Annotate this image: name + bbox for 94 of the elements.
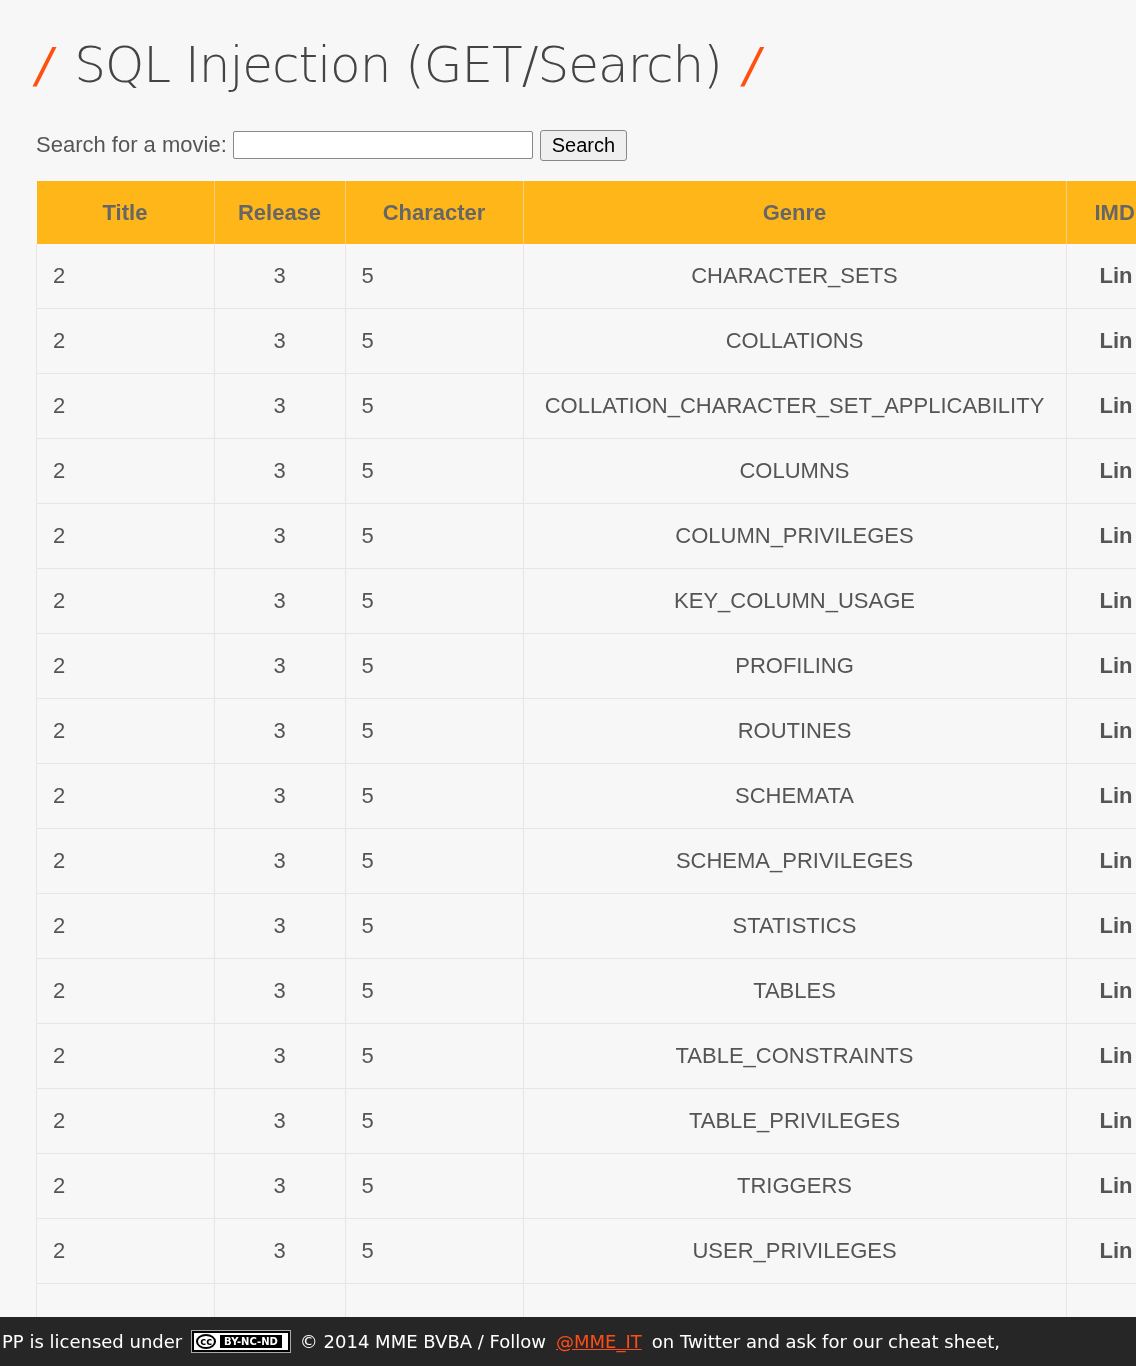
table-cell: SCHEMATA xyxy=(523,763,1066,829)
twitter-link[interactable]: @MME_IT xyxy=(556,1331,642,1352)
table-cell: 3 xyxy=(214,308,345,374)
table-cell: 3 xyxy=(214,503,345,569)
table-cell: 3 xyxy=(214,828,345,894)
table-cell: 3 xyxy=(214,1218,345,1284)
imdb-link[interactable]: Lin xyxy=(1099,718,1133,743)
table-cell: 2 xyxy=(36,763,214,829)
imdb-link[interactable]: Lin xyxy=(1099,328,1133,353)
table-cell: 2 xyxy=(36,1023,214,1089)
imdb-link[interactable]: Lin xyxy=(1099,1108,1133,1133)
imdb-link[interactable]: Lin xyxy=(1099,1173,1133,1198)
imdb-link[interactable]: Lin xyxy=(1099,978,1133,1003)
table-cell: 5 xyxy=(345,893,523,959)
table-cell: 5 xyxy=(345,828,523,894)
table-cell: 5 xyxy=(345,438,523,504)
imdb-link[interactable]: Lin xyxy=(1099,653,1133,678)
page-title: SQL Injection (GET/Search) xyxy=(74,36,722,94)
table-cell: 2 xyxy=(36,244,214,309)
table-cell: 2 xyxy=(36,568,214,634)
table-cell: 5 xyxy=(345,958,523,1024)
table-cell: 3 xyxy=(214,633,345,699)
table-cell: ROUTINES xyxy=(523,698,1066,764)
footer-text: on Twitter and ask for our cheat sheet, xyxy=(651,1331,1000,1352)
table-cell: 5 xyxy=(345,698,523,764)
table-cell: 3 xyxy=(214,698,345,764)
table-cell: TABLES xyxy=(523,958,1066,1024)
table-cell: 2 xyxy=(36,373,214,439)
table-cell: 3 xyxy=(214,1023,345,1089)
table-cell: TABLE_PRIVILEGES xyxy=(523,1088,1066,1154)
imdb-link[interactable]: Lin xyxy=(1099,393,1133,418)
license-badge[interactable]: cc BY-NC-ND xyxy=(192,1331,290,1352)
table-cell: 5 xyxy=(345,1088,523,1154)
table-cell: COLLATION_CHARACTER_SET_APPLICABILITY xyxy=(523,373,1066,439)
table-cell: 3 xyxy=(214,763,345,829)
imdb-link[interactable]: Lin xyxy=(1099,523,1133,548)
table-cell: 2 xyxy=(36,633,214,699)
table-cell: TABLE_CONSTRAINTS xyxy=(523,1023,1066,1089)
imdb-link[interactable]: Lin xyxy=(1099,1043,1133,1068)
table-cell: 2 xyxy=(36,893,214,959)
table-cell: 5 xyxy=(345,308,523,374)
imdb-link[interactable]: Lin xyxy=(1099,783,1133,808)
table-cell: COLUMNS xyxy=(523,438,1066,504)
imdb-link[interactable]: Lin xyxy=(1099,1238,1133,1263)
table-cell: 3 xyxy=(214,958,345,1024)
table-cell: 5 xyxy=(345,763,523,829)
table-cell: 5 xyxy=(345,1023,523,1089)
table-cell: TRIGGERS xyxy=(523,1153,1066,1219)
table-cell: STATISTICS xyxy=(523,893,1066,959)
table-cell: 2 xyxy=(36,1153,214,1219)
column-header: Release xyxy=(214,181,345,244)
column-header: Title xyxy=(36,181,214,244)
table-cell: SCHEMA_PRIVILEGES xyxy=(523,828,1066,894)
table-cell: 3 xyxy=(214,244,345,309)
table-cell: 5 xyxy=(345,244,523,309)
table-cell: 3 xyxy=(214,1088,345,1154)
table-cell: CHARACTER_SETS xyxy=(523,244,1066,309)
table-cell: 2 xyxy=(36,1218,214,1284)
imdb-link[interactable]: Lin xyxy=(1099,848,1133,873)
table-cell: 2 xyxy=(36,1088,214,1154)
table-cell: 3 xyxy=(214,893,345,959)
table-cell: 2 xyxy=(36,503,214,569)
table-cell: COLLATIONS xyxy=(523,308,1066,374)
column-header: IMD xyxy=(1066,181,1136,244)
table-cell: 2 xyxy=(36,828,214,894)
column-header: Genre xyxy=(523,181,1066,244)
table-cell: 5 xyxy=(345,568,523,634)
footer-text: PP is licensed under xyxy=(2,1331,183,1352)
imdb-link[interactable]: Lin xyxy=(1099,263,1133,288)
table-cell: 5 xyxy=(345,633,523,699)
table-cell: 5 xyxy=(345,1153,523,1219)
table-cell: 3 xyxy=(214,373,345,439)
table-cell: PROFILING xyxy=(523,633,1066,699)
table-cell: 5 xyxy=(345,373,523,439)
table-cell: 5 xyxy=(345,503,523,569)
table-cell: 2 xyxy=(36,958,214,1024)
table-cell: COLUMN_PRIVILEGES xyxy=(523,503,1066,569)
table-cell: 3 xyxy=(214,438,345,504)
table-cell: USER_PRIVILEGES xyxy=(523,1218,1066,1284)
footer-text: © 2014 MME BVBA / Follow xyxy=(299,1331,546,1352)
table-cell: KEY_COLUMN_USAGE xyxy=(523,568,1066,634)
search-button[interactable]: Search xyxy=(539,129,628,161)
table-cell: 2 xyxy=(36,438,214,504)
imdb-link[interactable]: Lin xyxy=(1099,913,1133,938)
table-cell: 3 xyxy=(214,568,345,634)
table-cell: 2 xyxy=(36,698,214,764)
table-cell: 5 xyxy=(345,1218,523,1284)
imdb-link[interactable]: Lin xyxy=(1099,588,1133,613)
search-label: Search for a movie: xyxy=(36,132,227,158)
imdb-link[interactable]: Lin xyxy=(1099,458,1133,483)
table-cell: 3 xyxy=(214,1153,345,1219)
table-cell: 2 xyxy=(36,308,214,374)
search-field[interactable] xyxy=(232,131,533,159)
column-header: Character xyxy=(345,181,523,244)
